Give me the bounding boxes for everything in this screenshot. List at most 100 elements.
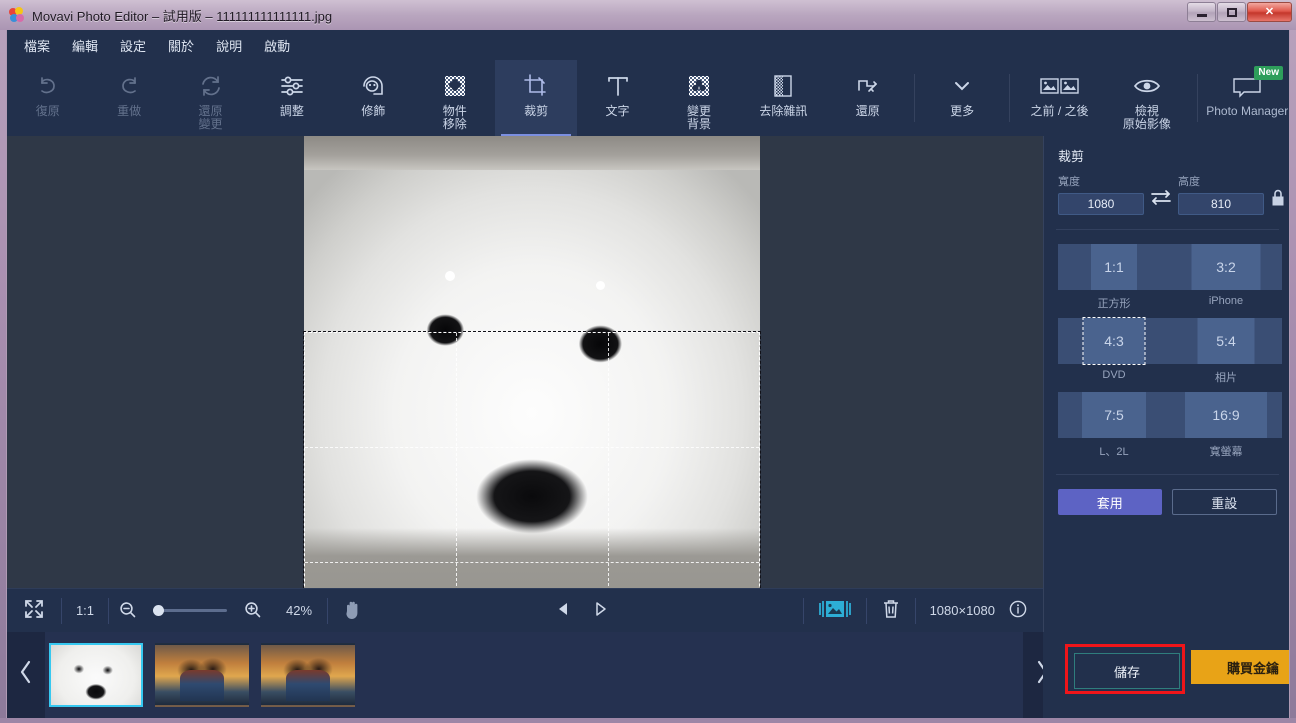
toolbar-view-original[interactable]: 檢視 原始影像 — [1103, 60, 1190, 136]
aspect-ratio-grid: 1:1 正方形 3:2 iPhone 4:3 DVD 5:4 相片 7:5 L、… — [1044, 230, 1289, 466]
image-canvas[interactable] — [7, 136, 1043, 588]
window-body: 檔案 編輯 設定 關於 說明 啟動 復原 重做 還原 變更 調整 修飾 物件 移… — [6, 30, 1290, 718]
toolbar-object-remove-label: 物件 移除 — [442, 104, 467, 131]
filmstrip-prev-button[interactable] — [7, 632, 45, 718]
next-arrow-icon — [592, 601, 608, 620]
menu-item-edit[interactable]: 編輯 — [63, 32, 107, 59]
close-button[interactable]: ✕ — [1247, 2, 1292, 22]
toolbar-text[interactable]: 文字 — [577, 60, 658, 136]
aspect-ratio-value-5-4: 5:4 — [1216, 333, 1236, 349]
list-item[interactable] — [49, 643, 143, 707]
prev-image-button[interactable] — [546, 589, 582, 633]
toolbar-text-label: 文字 — [605, 104, 630, 118]
hand-tool-button[interactable] — [328, 589, 376, 633]
list-item[interactable] — [155, 643, 249, 707]
toolbar-photo-manager[interactable]: New Photo Manager — [1204, 60, 1289, 136]
aspect-ratio-value-3-2: 3:2 — [1216, 259, 1236, 275]
fit-to-screen-icon — [24, 599, 44, 622]
retouch-face-icon — [360, 71, 386, 101]
zoom-in-icon — [244, 601, 261, 621]
next-image-button[interactable] — [582, 589, 618, 633]
aspect-ratio-caption-4-3: DVD — [1102, 369, 1126, 381]
crop-width-input[interactable] — [1058, 193, 1144, 215]
photo-manager-new-badge: New — [1254, 66, 1283, 80]
toolbar-before-after-label: 之前 / 之後 — [1030, 104, 1089, 118]
crop-width-field: 寬度 — [1058, 173, 1144, 215]
menu-item-settings[interactable]: 設定 — [111, 32, 155, 59]
toolbar-crop[interactable]: 裁剪 — [495, 60, 577, 136]
zoom-slider[interactable] — [153, 605, 227, 616]
aspect-ratio-caption-7-5: L、2L — [1099, 446, 1129, 458]
hand-tool-icon — [343, 599, 362, 623]
toolbar-retouch[interactable]: 修飾 — [333, 60, 414, 136]
delete-image-button[interactable] — [867, 589, 915, 633]
aspect-ratio-button-1-1[interactable]: 1:1 — [1058, 244, 1170, 290]
compare-images-button[interactable] — [804, 589, 866, 633]
toolbar-undo[interactable]: 復原 — [7, 60, 88, 136]
window-controls: ✕ — [1187, 2, 1292, 22]
aspect-ratio-cell-7-5: 7:5 L、2L — [1058, 392, 1170, 459]
redo-icon — [117, 71, 141, 101]
toolbar-restore[interactable]: 還原 — [827, 60, 908, 136]
crop-height-input[interactable] — [1178, 193, 1264, 215]
toolbar-retouch-label: 修飾 — [361, 104, 386, 118]
aspect-ratio-button-4-3[interactable]: 4:3 — [1058, 317, 1170, 365]
toolbar-remove-noise[interactable]: 去除雜訊 — [740, 60, 827, 136]
toolbar-object-remove[interactable]: 物件 移除 — [414, 60, 495, 136]
crop-dimension-fields: 寬度 高度 — [1044, 173, 1289, 215]
maximize-button[interactable] — [1217, 2, 1246, 22]
toolbar-change-background-label: 變更 背景 — [686, 104, 711, 131]
crop-sidebar-panel: 裁剪 寬度 高度 — [1043, 136, 1289, 632]
toolbar-restore-label: 還原 — [855, 104, 880, 118]
compare-images-icon — [818, 598, 852, 623]
restore-magic-icon — [855, 71, 881, 101]
zoom-slider-knob[interactable] — [153, 605, 164, 616]
apply-crop-button[interactable]: 套用 — [1058, 489, 1162, 515]
minimize-button[interactable] — [1187, 2, 1216, 22]
zoom-in-button[interactable] — [234, 589, 271, 633]
aspect-ratio-button-16-9[interactable]: 16:9 — [1170, 392, 1282, 438]
toolbar-adjust-label: 調整 — [279, 104, 304, 118]
movavi-logo-icon — [9, 7, 25, 23]
crop-selection-rectangle[interactable] — [303, 331, 761, 588]
toolbar-redo[interactable]: 重做 — [88, 60, 169, 136]
toolbar-more[interactable]: 更多 — [921, 60, 1002, 136]
save-button-highlight: 儲存 — [1065, 644, 1185, 694]
menu-item-help[interactable]: 說明 — [207, 32, 251, 59]
menu-item-about[interactable]: 關於 — [159, 32, 203, 59]
image-info-button[interactable] — [1005, 589, 1043, 633]
menu-item-file[interactable]: 檔案 — [15, 32, 59, 59]
adjust-sliders-icon — [279, 71, 305, 101]
actual-size-button[interactable]: 1:1 — [62, 589, 108, 633]
crop-action-buttons: 套用 重設 — [1044, 475, 1289, 515]
zoom-out-button[interactable] — [109, 589, 146, 633]
fit-to-screen-button[interactable] — [7, 589, 61, 633]
toolbar-before-after[interactable]: 之前 / 之後 — [1016, 60, 1103, 136]
aspect-ratio-cell-3-2: 3:2 iPhone — [1170, 244, 1282, 311]
reset-changes-icon — [199, 71, 223, 101]
remove-noise-icon — [770, 71, 796, 101]
aspect-ratio-cell-5-4: 5:4 相片 — [1170, 318, 1282, 385]
prev-arrow-icon — [556, 601, 572, 620]
menu-item-activate[interactable]: 啟動 — [255, 32, 299, 59]
list-item[interactable] — [261, 643, 355, 707]
buy-key-button[interactable]: 購買金鑰 — [1191, 650, 1289, 684]
crop-height-label: 高度 — [1178, 176, 1200, 188]
info-icon — [1009, 600, 1027, 621]
swap-dimensions-button[interactable] — [1150, 187, 1172, 212]
aspect-ratio-button-3-2[interactable]: 3:2 — [1170, 244, 1282, 290]
reset-crop-button[interactable]: 重設 — [1171, 489, 1277, 515]
aspect-ratio-button-5-4[interactable]: 5:4 — [1170, 318, 1282, 364]
aspect-ratio-button-7-5[interactable]: 7:5 — [1058, 392, 1170, 438]
chevron-down-icon — [951, 71, 973, 101]
toolbar-photo-manager-label: Photo Manager — [1206, 104, 1289, 118]
lock-aspect-button[interactable] — [1270, 188, 1286, 213]
save-button[interactable]: 儲存 — [1074, 653, 1180, 689]
toolbar-reset-changes-label: 還原 變更 — [198, 104, 223, 131]
toolbar-adjust[interactable]: 調整 — [251, 60, 332, 136]
toolbar-reset-changes[interactable]: 還原 變更 — [170, 60, 251, 136]
toolbar-change-background[interactable]: 變更 背景 — [658, 60, 739, 136]
title-bar: Movavi Photo Editor – 試用版 – 111111111111… — [0, 0, 1296, 30]
eye-highlight-right — [596, 281, 605, 290]
toolbar-crop-label: 裁剪 — [524, 104, 549, 118]
